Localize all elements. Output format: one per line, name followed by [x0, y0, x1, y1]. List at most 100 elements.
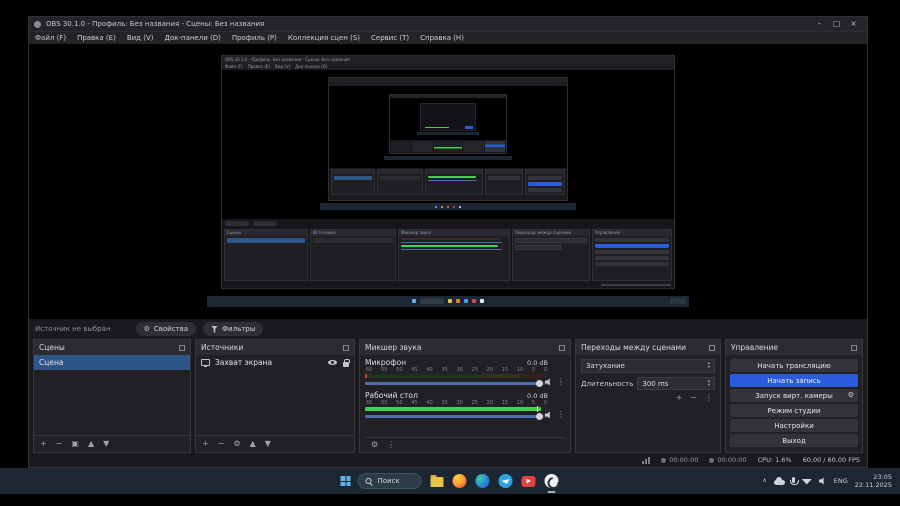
- tray-chevron-up-icon[interactable]: ∧: [762, 478, 766, 484]
- transition-menu-icon[interactable]: ⋮: [705, 394, 713, 402]
- move-source-up-icon[interactable]: ▲: [250, 440, 256, 448]
- app-icon-media[interactable]: [521, 473, 537, 489]
- mixer-panel-header[interactable]: Микшер звука: [360, 340, 570, 355]
- add-scene-icon[interactable]: +: [40, 440, 47, 448]
- source-selection-status: Источник не выбран: [35, 325, 111, 333]
- record-timer: 00:00:00: [717, 456, 747, 464]
- dock-options-icon[interactable]: [559, 344, 565, 351]
- channel-menu-icon[interactable]: ⋮: [557, 378, 565, 386]
- scenes-panel-header[interactable]: Сцены: [34, 340, 190, 355]
- settings-button[interactable]: Настройки: [730, 419, 858, 432]
- clock-time: 23:05: [873, 472, 892, 481]
- system-tray: ∧ ENG 23:05 22.11.2025: [762, 468, 900, 494]
- menu-scene-collection[interactable]: Коллекция сцен (S): [288, 34, 360, 42]
- title-bar[interactable]: OBS 30.1.0 - Профиль: Без названия - Сце…: [29, 17, 867, 31]
- record-status-icon: [709, 457, 715, 463]
- add-source-icon[interactable]: +: [202, 440, 209, 448]
- search-icon: [365, 477, 373, 485]
- start-streaming-button[interactable]: Начать трансляцию: [730, 359, 858, 372]
- app-icon-obs[interactable]: [544, 473, 560, 493]
- context-bar: Источник не выбран ⚙ Свойства Фильтры: [29, 319, 867, 339]
- minimize-button[interactable]: –: [811, 17, 828, 31]
- nested-screenshot-level-2: [320, 74, 576, 214]
- menu-help[interactable]: Справка (H): [420, 34, 464, 42]
- spinner-down-icon[interactable]: ▾: [708, 365, 710, 370]
- tray-mic-icon[interactable]: [789, 477, 799, 485]
- spinner-down-icon[interactable]: ▾: [708, 383, 710, 388]
- scene-list-item[interactable]: Сцена: [34, 355, 190, 370]
- app-icon-explorer[interactable]: [429, 473, 445, 489]
- menu-tools[interactable]: Сервис (T): [371, 34, 409, 42]
- firefox-icon: [452, 474, 467, 488]
- menu-edit[interactable]: Правка (E): [77, 34, 116, 42]
- slider-handle[interactable]: [535, 413, 543, 420]
- stream-status-icon: [661, 457, 667, 463]
- onedrive-cloud-icon[interactable]: [773, 476, 785, 485]
- controls-panel-header[interactable]: Управление: [726, 340, 862, 355]
- menu-bar: Файл (F) Правка (E) Вид (V) Док-панели (…: [29, 31, 867, 44]
- advanced-audio-icon[interactable]: ⚙: [371, 441, 378, 449]
- taskbar-clock[interactable]: 23:05 22.11.2025: [855, 473, 892, 489]
- volume-slider[interactable]: [365, 379, 548, 388]
- properties-button[interactable]: ⚙ Свойства: [135, 322, 197, 336]
- exit-button[interactable]: Выход: [730, 434, 858, 447]
- move-source-down-icon[interactable]: ▼: [265, 440, 271, 448]
- remove-scene-icon[interactable]: −: [56, 440, 63, 448]
- dock-options-icon[interactable]: [851, 344, 857, 351]
- speaker-mute-icon[interactable]: [545, 411, 550, 419]
- transitions-toolbar: + − ⋮: [581, 394, 715, 402]
- app-icon-firefox[interactable]: [452, 473, 468, 489]
- dock-options-icon[interactable]: [709, 344, 715, 351]
- virtual-camera-settings-icon[interactable]: ⚙: [848, 392, 854, 399]
- volume-icon[interactable]: [818, 477, 824, 485]
- move-scene-down-icon[interactable]: ▼: [103, 440, 109, 448]
- menu-file[interactable]: Файл (F): [35, 34, 66, 42]
- start-button[interactable]: [340, 476, 351, 486]
- preview-canvas[interactable]: OBS 30.1.0 - Профиль: Без названия - Сце…: [29, 44, 867, 319]
- lock-icon[interactable]: [343, 358, 350, 367]
- speaker-mute-icon[interactable]: [545, 378, 550, 386]
- window-title: OBS 30.1.0 - Профиль: Без названия - Сце…: [46, 20, 265, 28]
- menu-profile[interactable]: Профиль (P): [232, 34, 277, 42]
- slider-handle[interactable]: [535, 380, 543, 387]
- sources-panel-header[interactable]: Источники: [196, 340, 354, 355]
- maximize-button[interactable]: □: [828, 17, 845, 31]
- mixer-menu-icon[interactable]: ⋮: [387, 441, 395, 449]
- cpu-usage: CPU: 1.6%: [757, 456, 792, 464]
- add-transition-icon[interactable]: +: [676, 394, 683, 402]
- start-virtual-camera-button[interactable]: Запуск вирт. камеры ⚙: [730, 389, 858, 402]
- dock-options-icon[interactable]: [343, 344, 349, 351]
- transition-select[interactable]: Затухание ▴ ▾: [581, 359, 715, 373]
- mini-preview: [222, 69, 674, 219]
- volume-slider[interactable]: [365, 412, 548, 421]
- filters-button[interactable]: Фильтры: [203, 322, 264, 336]
- clock-date: 22.11.2025: [854, 481, 892, 489]
- remove-source-icon[interactable]: −: [218, 440, 225, 448]
- menu-view[interactable]: Вид (V): [127, 34, 154, 42]
- language-indicator[interactable]: ENG: [834, 477, 848, 485]
- channel-menu-icon[interactable]: ⋮: [557, 411, 565, 419]
- app-icon-edge[interactable]: [475, 473, 491, 489]
- duration-input[interactable]: 300 ms ▴ ▾: [637, 377, 715, 390]
- visibility-eye-icon[interactable]: [328, 360, 337, 365]
- scene-list: Сцена: [34, 355, 190, 435]
- source-list-item[interactable]: Захват экрана: [196, 355, 354, 370]
- move-scene-up-icon[interactable]: ▲: [88, 440, 94, 448]
- obs-logo-icon: [544, 474, 559, 488]
- scene-grid-icon[interactable]: ▣: [71, 440, 79, 448]
- menu-docks[interactable]: Док-панели (D): [164, 34, 220, 42]
- close-button[interactable]: ×: [845, 17, 862, 31]
- volume-db-value: 0.0 dB: [527, 358, 548, 367]
- wifi-icon[interactable]: [801, 479, 812, 485]
- dock-options-icon[interactable]: [179, 344, 185, 351]
- taskbar-search[interactable]: Поиск: [357, 473, 422, 489]
- app-icon-telegram[interactable]: [498, 473, 514, 489]
- remove-transition-icon[interactable]: −: [690, 394, 697, 402]
- gear-icon: ⚙: [143, 324, 150, 333]
- studio-mode-button[interactable]: Режим студии: [730, 404, 858, 417]
- transitions-panel-header[interactable]: Переходы между сценами: [576, 340, 720, 355]
- start-recording-button[interactable]: Начать запись: [730, 374, 858, 387]
- mini-status-bar: [222, 282, 674, 288]
- mini-obs-window: OBS 30.1.0 - Профиль: Без названия - Сце…: [221, 54, 675, 289]
- source-properties-icon[interactable]: ⚙: [233, 440, 240, 448]
